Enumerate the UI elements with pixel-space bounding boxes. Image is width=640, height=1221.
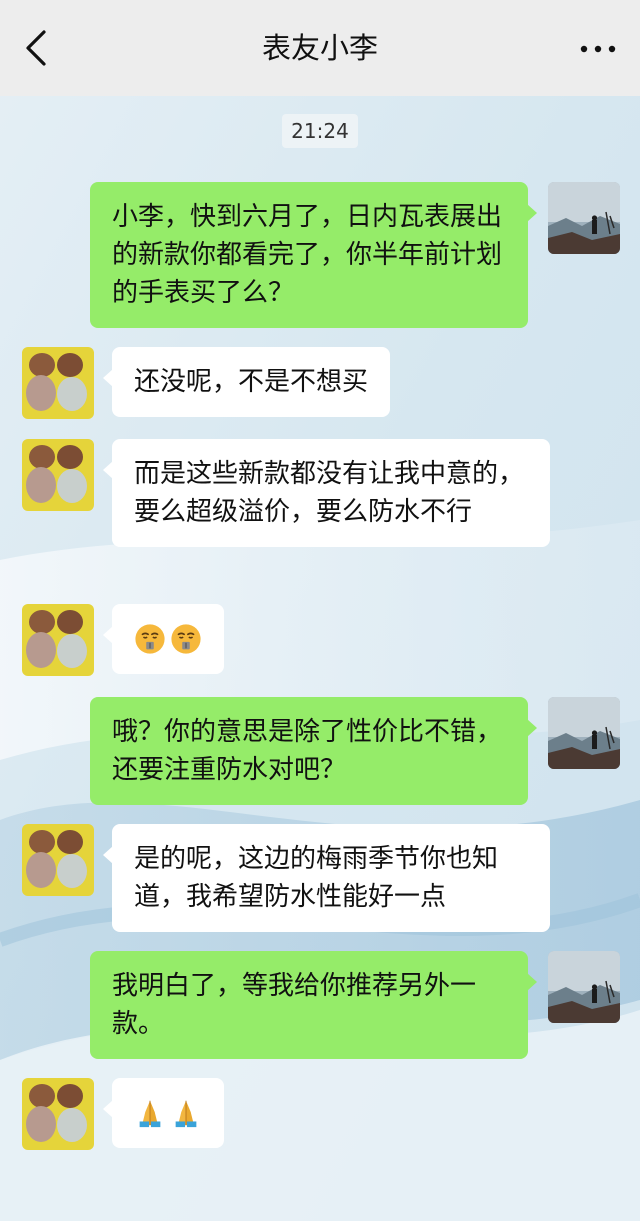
mountain-person-avatar-image — [548, 697, 620, 769]
chat-title: 表友小李 — [261, 31, 378, 65]
folded-hands-icon — [175, 1100, 197, 1128]
message-timestamp: 21:24 — [282, 114, 358, 148]
incoming-emoji-bubble[interactable] — [103, 1078, 224, 1148]
my-avatar[interactable] — [548, 182, 620, 254]
friend-avatar[interactable] — [22, 347, 94, 419]
face-with-zipper-sweat-icon — [171, 624, 201, 654]
outgoing-message-bubble[interactable]: 小李，快到六月了，日内瓦表展出的新款你都看完了，你半年前计划的手表买了么？ — [90, 182, 537, 328]
ellipsis-icon — [580, 45, 616, 53]
top-navigation-bar: 表友小李 — [0, 0, 640, 96]
my-avatar[interactable] — [548, 951, 620, 1023]
eggs-avatar-image — [22, 347, 94, 419]
face-with-zipper-sweat-icon — [135, 624, 165, 654]
incoming-message-bubble[interactable]: 是的呢，这边的梅雨季节你也知道，我希望防水性能好一点 — [103, 824, 550, 932]
eggs-avatar-image — [22, 824, 94, 896]
outgoing-message-bubble[interactable]: 我明白了，等我给你推荐另外一款。 — [90, 951, 537, 1059]
emoji-row — [134, 620, 202, 658]
eggs-avatar-image — [22, 439, 94, 511]
incoming-message-bubble[interactable]: 还没呢，不是不想买 — [102, 347, 391, 417]
chat-message-area[interactable]: 21:24 小李，快到六月了，日内瓦表展出的新款你都看完了，你半年前计划的手表买… — [0, 96, 640, 1221]
eggs-avatar-image — [22, 604, 94, 676]
eggs-avatar-image — [22, 1078, 94, 1150]
my-avatar[interactable] — [548, 697, 620, 769]
friend-avatar[interactable] — [22, 1078, 94, 1150]
folded-hands-icon — [139, 1100, 161, 1128]
friend-avatar[interactable] — [22, 439, 94, 511]
friend-avatar[interactable] — [22, 604, 94, 676]
more-button[interactable] — [578, 32, 618, 64]
incoming-message-bubble[interactable]: 而是这些新款都没有让我中意的，要么超级溢价，要么防水不行 — [103, 439, 550, 547]
friend-avatar[interactable] — [22, 824, 94, 896]
mountain-person-avatar-image — [548, 951, 620, 1023]
outgoing-message-bubble[interactable]: 哦？你的意思是除了性价比不错，还要注重防水对吧？ — [90, 697, 537, 805]
mountain-person-avatar-image — [548, 182, 620, 254]
incoming-emoji-bubble[interactable] — [103, 604, 224, 674]
emoji-row — [134, 1094, 202, 1132]
